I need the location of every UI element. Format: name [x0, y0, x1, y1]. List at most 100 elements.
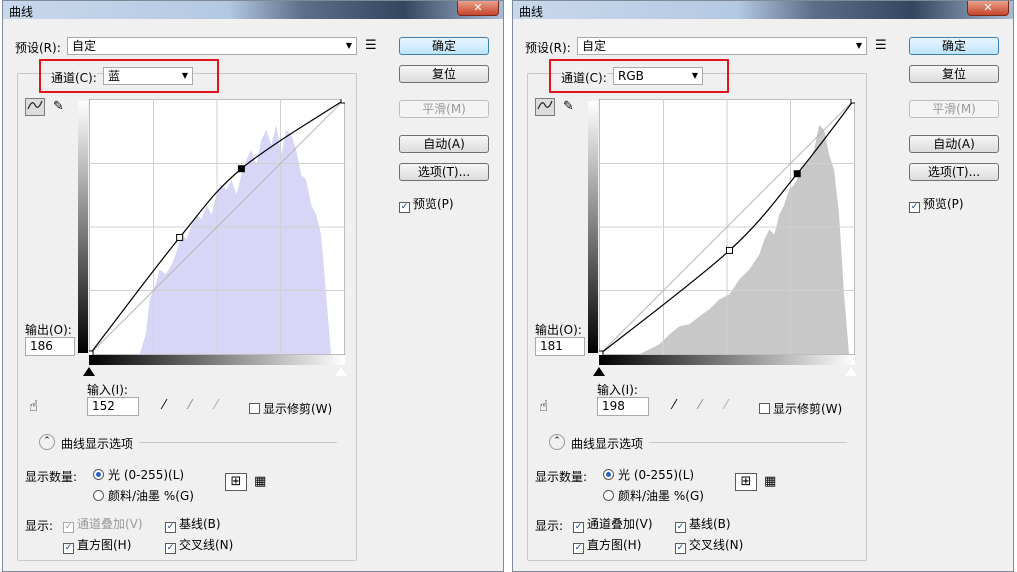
channel-select[interactable]: RGB ▼: [613, 67, 703, 85]
intersection-checkbox[interactable]: ✓ 交叉线(N): [165, 536, 233, 554]
preview-checkbox[interactable]: ✓ 预览(P): [909, 195, 964, 213]
curve-edit-tool[interactable]: [535, 98, 555, 116]
auto-button[interactable]: 自动(A): [399, 135, 489, 153]
white-point-slider[interactable]: [334, 366, 348, 377]
channel-overlay-label: 通道叠加(V): [587, 517, 653, 531]
smooth-button[interactable]: 平滑(M): [909, 100, 999, 118]
curves-dialog-rgb: 曲线 ✕ 预设(R): 自定 ▼ ☰ 确定 复位 平滑(M) 自动(A) 选项(…: [512, 0, 1014, 572]
grid-4x4-button[interactable]: ⊞: [735, 473, 757, 491]
histogram-label: 直方图(H): [77, 538, 132, 552]
radio-pigment[interactable]: 颜料/油墨 %(G): [93, 487, 194, 504]
checkbox-empty-icon: [759, 403, 770, 414]
channel-select[interactable]: 蓝 ▼: [103, 67, 193, 85]
input-field[interactable]: 152: [87, 397, 139, 416]
curve-graph[interactable]: [599, 99, 855, 355]
options-list-icon[interactable]: ☰: [365, 39, 377, 53]
dropdown-arrow-icon: ▼: [181, 71, 188, 80]
curve-point: [176, 233, 184, 241]
black-eyedropper-icon[interactable]: ⁄: [673, 399, 675, 413]
selected-curve-point: [237, 165, 245, 173]
show-clipping-label: 显示修剪(W): [773, 402, 843, 416]
curve-graph[interactable]: [89, 99, 345, 355]
close-button[interactable]: ✕: [967, 1, 1009, 16]
radio-pigment[interactable]: 颜料/油墨 %(G): [603, 487, 704, 504]
channel-label: 通道(C):: [561, 69, 607, 86]
reset-button[interactable]: 复位: [399, 65, 489, 83]
histogram-checkbox[interactable]: ✓ 直方图(H): [573, 536, 641, 554]
radio-light-label: 光 (0-255)(L): [618, 468, 695, 482]
smooth-button[interactable]: 平滑(M): [399, 100, 489, 118]
input-gradient-bar: [89, 355, 345, 365]
dropdown-arrow-icon: ▼: [855, 41, 862, 50]
channel-overlay-checkbox[interactable]: ✓ 通道叠加(V): [63, 515, 143, 533]
intersection-checkbox[interactable]: ✓ 交叉线(N): [675, 536, 743, 554]
show-clipping-checkbox[interactable]: 显示修剪(W): [249, 400, 332, 417]
check-icon: ✓: [573, 543, 584, 554]
options-list-icon[interactable]: ☰: [875, 39, 887, 53]
pencil-icon[interactable]: ✎: [53, 100, 64, 114]
histogram-checkbox[interactable]: ✓ 直方图(H): [63, 536, 131, 554]
preview-checkbox[interactable]: ✓ 预览(P): [399, 195, 454, 213]
input-label: 输入(I):: [87, 383, 128, 397]
radio-light-label: 光 (0-255)(L): [108, 468, 185, 482]
ok-button[interactable]: 确定: [909, 37, 999, 55]
ok-button[interactable]: 确定: [399, 37, 489, 55]
options-button[interactable]: 选项(T)...: [909, 163, 999, 181]
radio-light[interactable]: 光 (0-255)(L): [93, 466, 184, 483]
input-field[interactable]: 198: [597, 397, 649, 416]
baseline-label: 基线(B): [689, 517, 731, 531]
curve-point: [850, 99, 855, 104]
show-clipping-checkbox[interactable]: 显示修剪(W): [759, 400, 842, 417]
grid-10x10-button[interactable]: ▦: [764, 475, 776, 489]
check-icon: ✓: [165, 543, 176, 554]
preset-select[interactable]: 自定 ▼: [577, 37, 867, 55]
preset-select[interactable]: 自定 ▼: [67, 37, 357, 55]
white-point-slider[interactable]: [844, 366, 858, 377]
baseline-label: 基线(B): [179, 517, 221, 531]
black-eyedropper-icon[interactable]: ⁄: [163, 399, 165, 413]
channel-overlay-checkbox[interactable]: ✓ 通道叠加(V): [573, 515, 653, 533]
grid-4x4-icon: ⊞: [740, 474, 752, 489]
dropdown-arrow-icon: ▼: [691, 71, 698, 80]
collapse-chevron-icon[interactable]: ⌃: [39, 434, 55, 450]
output-field[interactable]: 186: [25, 337, 75, 356]
radio-light[interactable]: 光 (0-255)(L): [603, 466, 694, 483]
reset-button[interactable]: 复位: [909, 65, 999, 83]
dropdown-arrow-icon: ▼: [345, 41, 352, 50]
pencil-icon[interactable]: ✎: [563, 100, 574, 114]
section-divider: [139, 442, 337, 443]
curve-options-label: 曲线显示选项: [61, 437, 134, 451]
collapse-chevron-icon[interactable]: ⌃: [549, 434, 565, 450]
radio-pigment-label: 颜料/油墨 %(G): [108, 489, 194, 503]
curve-options-label: 曲线显示选项: [571, 437, 644, 451]
gray-eyedropper-icon[interactable]: ⁄: [699, 399, 701, 413]
histogram-label: 直方图(H): [587, 538, 642, 552]
black-point-slider[interactable]: [593, 367, 605, 376]
baseline-checkbox[interactable]: ✓ 基线(B): [675, 515, 731, 533]
options-button[interactable]: 选项(T)...: [399, 163, 489, 181]
on-image-adjust-hand-icon[interactable]: ☝: [29, 399, 38, 414]
intersection-label: 交叉线(N): [179, 538, 234, 552]
auto-button[interactable]: 自动(A): [909, 135, 999, 153]
white-eyedropper-icon[interactable]: ⁄: [215, 399, 217, 413]
black-point-slider[interactable]: [83, 367, 95, 376]
close-button[interactable]: ✕: [457, 1, 499, 16]
baseline-checkbox[interactable]: ✓ 基线(B): [165, 515, 221, 533]
show-clipping-label: 显示修剪(W): [263, 402, 333, 416]
check-icon: ✓: [573, 522, 584, 533]
preset-label: 预设(R):: [15, 41, 61, 55]
grid-10x10-button[interactable]: ▦: [254, 475, 266, 489]
grid-10x10-icon: ▦: [254, 474, 267, 489]
channel-label: 通道(C):: [51, 69, 97, 86]
show-amount-label: 显示数量:: [535, 470, 588, 484]
grid-4x4-button[interactable]: ⊞: [225, 473, 247, 491]
on-image-adjust-hand-icon[interactable]: ☝: [539, 399, 548, 414]
gray-eyedropper-icon[interactable]: ⁄: [189, 399, 191, 413]
output-field[interactable]: 181: [535, 337, 585, 356]
preset-value: 自定: [582, 39, 607, 53]
curve-edit-tool[interactable]: [25, 98, 45, 116]
title-bar[interactable]: 曲线 ✕: [3, 1, 503, 19]
preset-label: 预设(R):: [525, 41, 571, 55]
white-eyedropper-icon[interactable]: ⁄: [725, 399, 727, 413]
title-bar[interactable]: 曲线 ✕: [513, 1, 1013, 19]
